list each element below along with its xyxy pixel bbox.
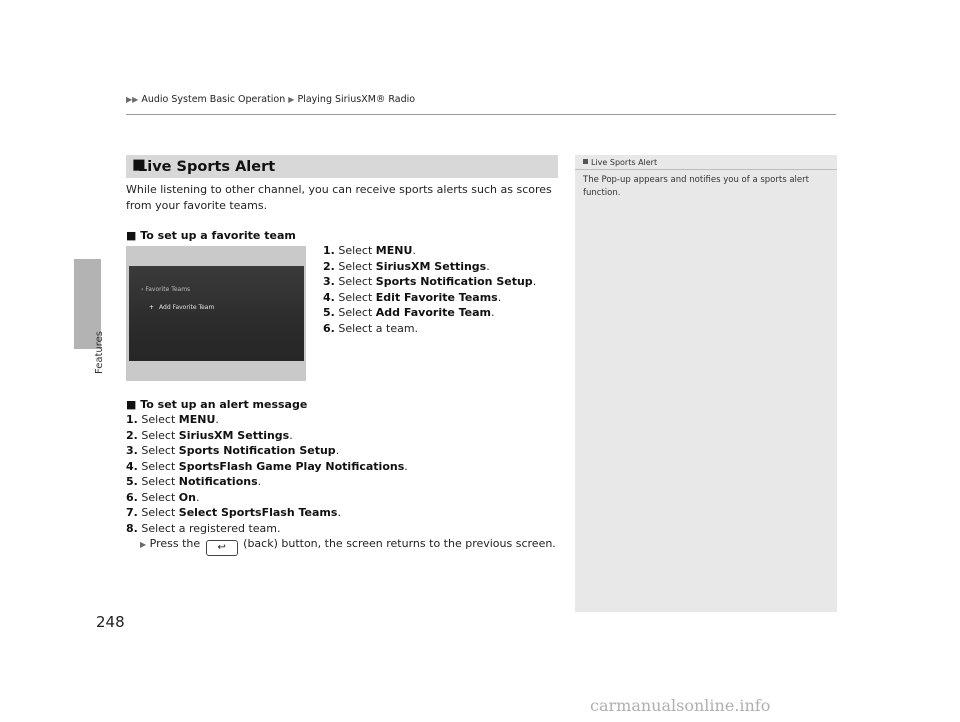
breadcrumb-item[interactable]: Audio System Basic Operation bbox=[141, 94, 285, 105]
step-item: 6. Select a team. bbox=[323, 321, 419, 335]
note-icon bbox=[583, 159, 588, 164]
back-icon: ↩ bbox=[205, 540, 238, 556]
step-item: 2. Select SiriusXM Settings. bbox=[323, 259, 490, 273]
step-item: 2. Select SiriusXM Settings. bbox=[126, 428, 293, 442]
step-item: 5. Select Notifications. bbox=[126, 475, 262, 488]
chapter-label: Features bbox=[94, 331, 105, 374]
step-item: 6. Select On. bbox=[126, 490, 200, 504]
screen-menu-item: + Add Favorite Team bbox=[149, 304, 215, 311]
favorite-team-steps: 1. Select MENU. 2. Select SiriusXM Setti… bbox=[323, 243, 536, 336]
screen-display: › Favorite Teams + Add Favorite Team bbox=[129, 266, 304, 361]
chevron-right-icon: ▶ bbox=[288, 95, 295, 104]
step-item: 1. Select MENU. bbox=[323, 244, 416, 257]
side-note-text: The Pop-up appears and notifies you of a… bbox=[583, 175, 809, 198]
step-item: 8. Select a registered team. bbox=[126, 521, 281, 535]
step-item: 5. Select Add Favorite Team. bbox=[323, 306, 495, 319]
breadcrumb: ▶▶ Audio System Basic Operation ▶ Playin… bbox=[126, 94, 415, 105]
step-item: 7. Select Select SportsFlash Teams. bbox=[126, 506, 341, 519]
header-divider bbox=[126, 114, 836, 115]
section-title: ■ Live Sports Alert bbox=[132, 157, 276, 175]
page-number: 248 bbox=[96, 613, 125, 631]
subsection-heading: ■ To set up an alert message bbox=[126, 398, 308, 411]
breadcrumb-item[interactable]: Playing SiriusXM® Radio bbox=[297, 94, 415, 105]
step-item: 4. Select Edit Favorite Teams. bbox=[323, 290, 502, 304]
step-item: 3. Select Sports Notification Setup. bbox=[323, 275, 537, 288]
side-note-heading: Live Sports Alert bbox=[583, 158, 657, 167]
plus-icon: + bbox=[149, 304, 155, 311]
section-header: ■ Live Sports Alert bbox=[126, 155, 558, 178]
step-note: ▶ Press the ↩ (back) button, the screen … bbox=[126, 536, 556, 556]
watermark: carmanualsonline.info bbox=[590, 696, 771, 715]
step-item: 3. Select Sports Notification Setup. bbox=[126, 444, 340, 457]
subsection-heading: ■ To set up a favorite team bbox=[126, 229, 296, 242]
chevron-right-icon: ▶▶ bbox=[126, 95, 139, 104]
screen-breadcrumb: › Favorite Teams bbox=[141, 286, 191, 293]
chevron-right-icon: ▶ bbox=[140, 540, 147, 549]
step-item: 1. Select MENU. bbox=[126, 413, 219, 426]
alert-message-steps: 1. Select MENU. 2. Select SiriusXM Setti… bbox=[126, 412, 556, 556]
step-item: 4. Select SportsFlash Game Play Notifica… bbox=[126, 459, 408, 473]
intro-text: While listening to other channel, you ca… bbox=[126, 183, 552, 212]
side-note-divider bbox=[575, 169, 837, 170]
side-note-box: Live Sports Alert The Pop-up appears and… bbox=[575, 155, 837, 612]
screen-image: › Favorite Teams + Add Favorite Team bbox=[126, 246, 306, 381]
